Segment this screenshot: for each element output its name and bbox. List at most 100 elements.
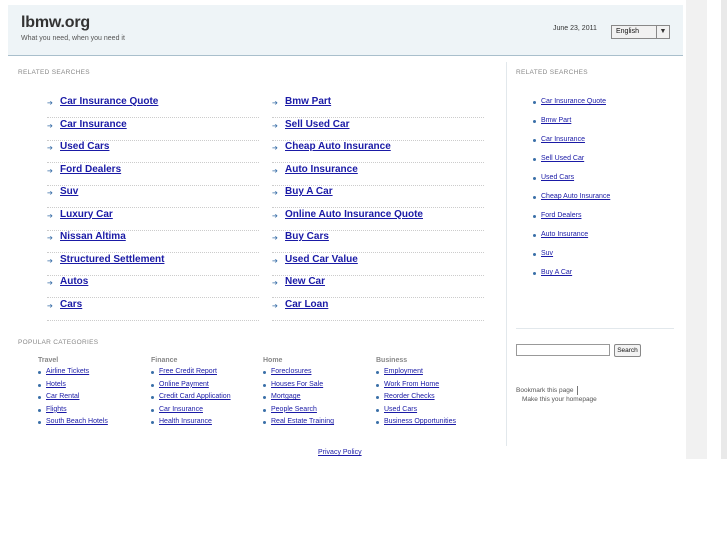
related-search-item: ➔ New Car [272, 276, 484, 298]
related-search-item: ➔ Buy A Car [272, 186, 484, 208]
bullet-icon [533, 177, 536, 180]
arrow-icon: ➔ [47, 302, 53, 310]
search-input[interactable] [516, 344, 610, 356]
privacy-policy-link[interactable]: Privacy Policy [318, 449, 362, 456]
category-link[interactable]: Hotels [46, 381, 66, 388]
related-search-link[interactable]: Cars [60, 299, 82, 310]
homepage-link[interactable]: Make this your homepage [522, 396, 597, 403]
side-search-link[interactable]: Used Cars [541, 174, 574, 181]
scrollbar[interactable] [686, 0, 707, 459]
category-link[interactable]: Credit Card Application [159, 393, 231, 400]
related-search-link[interactable]: Sell Used Car [285, 119, 349, 130]
category-link[interactable]: Used Cars [384, 406, 417, 413]
bullet-icon [151, 383, 154, 387]
category-link[interactable]: Mortgage [271, 393, 301, 400]
tagline: What you need, when you need it [21, 35, 125, 42]
arrow-icon: ➔ [47, 122, 53, 130]
arrow-icon: ➔ [47, 167, 53, 175]
related-search-item: ➔ Buy Cars [272, 231, 484, 253]
side-search-link[interactable]: Cheap Auto Insurance [541, 193, 610, 200]
chevron-down-icon[interactable]: ▼ [656, 26, 669, 38]
related-search-link[interactable]: Autos [60, 276, 88, 287]
category-column: Home Foreclosures Houses For Sale Mortgage P… [263, 357, 334, 431]
category-link[interactable]: Houses For Sale [271, 381, 323, 388]
related-search-link[interactable]: New Car [285, 276, 325, 287]
category-item: Airline Tickets [38, 368, 108, 381]
side-search-link[interactable]: Bmw Part [541, 117, 571, 124]
side-search-link[interactable]: Ford Dealers [541, 212, 581, 219]
site-title[interactable]: lbmw.org [21, 14, 90, 32]
related-search-link[interactable]: Luxury Car [60, 209, 113, 220]
category-link[interactable]: Foreclosures [271, 368, 311, 375]
bullet-icon [376, 371, 379, 374]
related-search-link[interactable]: Used Car Value [285, 254, 358, 265]
related-search-link[interactable]: Nissan Altima [60, 231, 126, 242]
category-item: Houses For Sale [263, 381, 334, 394]
related-search-link[interactable]: Bmw Part [285, 96, 331, 107]
related-search-link[interactable]: Car Loan [285, 299, 328, 310]
side-search-link[interactable]: Auto Insurance [541, 231, 588, 238]
related-search-link[interactable]: Online Auto Insurance Quote [285, 209, 423, 220]
category-link[interactable]: Work From Home [384, 381, 439, 388]
related-search-item: ➔ Used Car Value [272, 254, 484, 276]
category-item: Flights [38, 406, 108, 419]
category-link[interactable]: Reorder Checks [384, 393, 435, 400]
related-search-link[interactable]: Used Cars [60, 141, 109, 152]
side-search-link[interactable]: Car Insurance Quote [541, 98, 606, 105]
category-link[interactable]: Employment [384, 368, 423, 375]
arrow-icon: ➔ [47, 280, 53, 287]
related-search-link[interactable]: Ford Dealers [60, 164, 121, 175]
category-item: Car Insurance [151, 406, 231, 419]
related-search-link[interactable]: Structured Settlement [60, 254, 164, 265]
related-search-link[interactable]: Auto Insurance [285, 164, 358, 175]
category-link[interactable]: Health Insurance [159, 418, 212, 425]
page: lbmw.org What you need, when you need it… [0, 0, 683, 459]
bullet-icon [38, 383, 41, 387]
related-search-link[interactable]: Car Insurance Quote [60, 96, 158, 107]
bullet-icon [151, 371, 154, 374]
category-item: Reorder Checks [376, 393, 456, 406]
bullet-icon [151, 396, 154, 400]
arrow-icon: ➔ [47, 100, 53, 107]
arrow-icon: ➔ [272, 100, 278, 107]
side-search-link[interactable]: Buy A Car [541, 269, 572, 276]
category-item: Real Estate Training [263, 418, 334, 431]
category-link[interactable]: People Search [271, 406, 317, 413]
related-search-link[interactable]: Suv [60, 186, 78, 197]
bullet-icon [38, 421, 41, 425]
related-search-link[interactable]: Car Insurance [60, 119, 127, 130]
category-link[interactable]: Car Insurance [159, 406, 203, 413]
bullet-icon [263, 408, 266, 412]
bullet-icon [263, 421, 266, 425]
arrow-icon: ➔ [47, 235, 53, 242]
category-link[interactable]: Free Credit Report [159, 368, 217, 375]
related-search-link[interactable]: Buy Cars [285, 231, 329, 242]
category-link[interactable]: Real Estate Training [271, 418, 334, 425]
category-link[interactable]: Business Opportunities [384, 418, 456, 425]
bullet-icon [263, 371, 266, 374]
category-item: Car Rental [38, 393, 108, 406]
category-link[interactable]: Flights [46, 406, 67, 413]
category-link[interactable]: South Beach Hotels [46, 418, 108, 425]
side-search-link[interactable]: Suv [541, 250, 553, 257]
arrow-icon: ➔ [272, 235, 278, 242]
category-link[interactable]: Car Rental [46, 393, 79, 400]
bullet-icon [376, 396, 379, 400]
category-link[interactable]: Online Payment [159, 381, 209, 388]
related-search-link[interactable]: Buy A Car [285, 186, 333, 197]
related-search-item: ➔ Car Insurance Quote [47, 96, 259, 118]
category-link[interactable]: Airline Tickets [46, 368, 89, 375]
category-column: Business Employment Work From Home Reorder … [376, 357, 456, 431]
bullet-icon [376, 383, 379, 387]
language-select[interactable]: English ▼ [611, 25, 670, 39]
arrow-icon: ➔ [272, 257, 278, 265]
bookmark-link[interactable]: Bookmark this page [516, 386, 579, 395]
side-search-link[interactable]: Car Insurance [541, 136, 585, 143]
related-search-item: ➔ Sell Used Car [272, 119, 484, 141]
arrow-icon: ➔ [272, 167, 278, 175]
related-search-link[interactable]: Cheap Auto Insurance [285, 141, 391, 152]
side-search-link[interactable]: Sell Used Car [541, 155, 584, 162]
category-item: Foreclosures [263, 368, 334, 381]
arrow-icon: ➔ [272, 280, 278, 287]
search-button[interactable]: Search [614, 344, 641, 357]
